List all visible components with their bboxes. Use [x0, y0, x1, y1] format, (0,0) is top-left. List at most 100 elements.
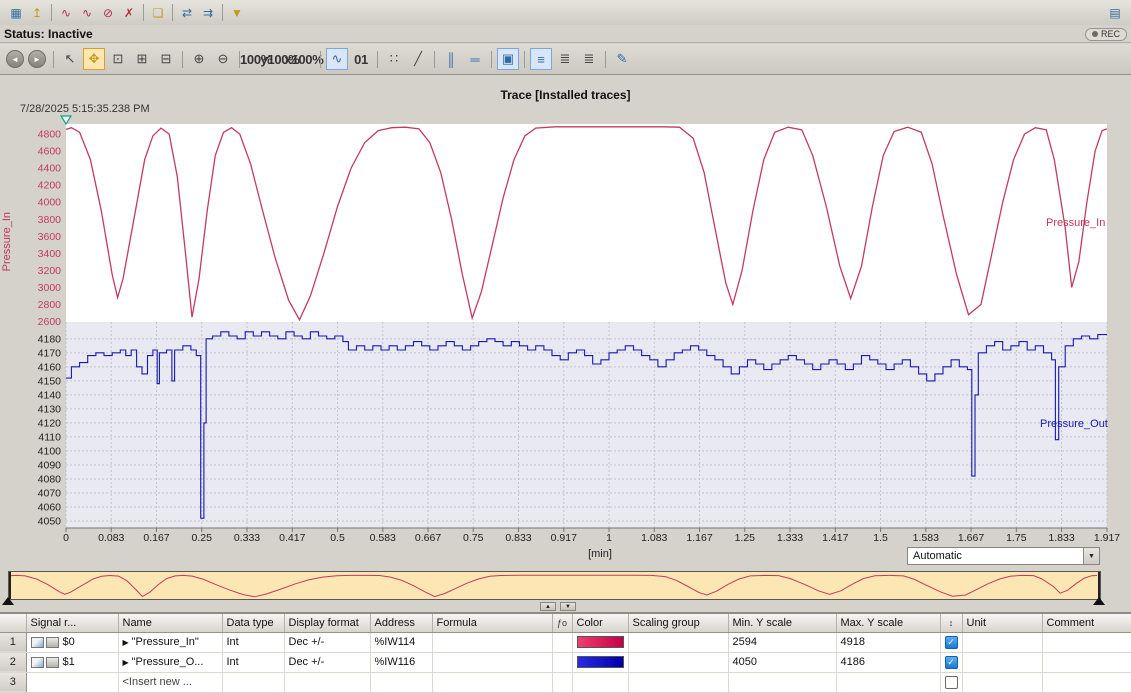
formula-toggle-cell[interactable]	[552, 652, 572, 672]
address-column-header[interactable]: Address	[370, 614, 432, 632]
zoom-out-icon[interactable]: ⊖	[212, 48, 234, 70]
splitter-collapse-down-button[interactable]	[560, 602, 576, 611]
display-format-cell[interactable]: Dec +/-	[284, 652, 370, 672]
row-number-cell[interactable]: 3	[0, 672, 26, 692]
insert-new-cell[interactable]: <Insert new ...	[118, 672, 222, 692]
color-cell[interactable]	[572, 672, 628, 692]
overview-left-handle[interactable]	[2, 597, 14, 605]
address-cell[interactable]: %IW114	[370, 632, 432, 652]
autoscale-cell[interactable]: ✓	[940, 632, 962, 652]
scaling-group-cell[interactable]	[628, 632, 728, 652]
formula-cell[interactable]	[432, 652, 552, 672]
signal-cell[interactable]: $1	[26, 652, 118, 672]
autoscale-checkbox[interactable]	[945, 676, 958, 689]
samples-icon[interactable]: ∷	[383, 48, 405, 70]
formula-toggle-cell[interactable]	[552, 672, 572, 692]
upload-icon[interactable]: ↥	[27, 3, 47, 22]
row-number-cell[interactable]: 1	[0, 632, 26, 652]
datatype-cell[interactable]	[222, 672, 284, 692]
zoom-x-area-icon[interactable]: ⊞	[131, 48, 153, 70]
zoom-in-icon[interactable]: ⊕	[188, 48, 210, 70]
signal-cell[interactable]	[26, 672, 118, 692]
comment-column-header[interactable]: Comment	[1042, 614, 1131, 632]
row-number-cell[interactable]: 2	[0, 652, 26, 672]
min-y-cell[interactable]	[728, 672, 836, 692]
unit-cell[interactable]	[962, 632, 1042, 652]
min-y-column-header[interactable]: Min. Y scale	[728, 614, 836, 632]
color-cell[interactable]	[572, 632, 628, 652]
min-y-cell[interactable]: 2594	[728, 632, 836, 652]
expand-arrow-icon[interactable]	[123, 658, 129, 667]
datatype-column-header[interactable]: Data type	[222, 614, 284, 632]
color-column-header[interactable]: Color	[572, 614, 628, 632]
filter-icon[interactable]: ▼	[227, 3, 247, 22]
comment-cell[interactable]	[1042, 672, 1131, 692]
name-cell[interactable]: "Pressure_O...	[118, 652, 222, 672]
address-cell[interactable]	[370, 672, 432, 692]
time-scale-dropdown[interactable]: Automatic	[907, 547, 1100, 565]
max-y-cell[interactable]	[836, 672, 940, 692]
copy-icon[interactable]: ❑	[148, 3, 168, 22]
scaling-group-cell[interactable]	[628, 672, 728, 692]
datatype-cell[interactable]: Int	[222, 652, 284, 672]
comment-cell[interactable]	[1042, 652, 1131, 672]
splitter-collapse-up-button[interactable]	[540, 602, 556, 611]
formula-toggle-cell[interactable]	[552, 632, 572, 652]
comment-cell[interactable]	[1042, 632, 1131, 652]
signal-curve-icon[interactable]: ∿	[326, 48, 348, 70]
delete-icon[interactable]: ✗	[119, 3, 139, 22]
overview-chart[interactable]	[9, 572, 1100, 599]
import-signals-icon[interactable]: ⇄	[177, 3, 197, 22]
signal-color-swatch[interactable]	[577, 636, 624, 648]
unit-cell[interactable]	[962, 652, 1042, 672]
autoscale-column-header[interactable]: ↕	[940, 614, 962, 632]
cursor-mode-icon[interactable]: ↖	[59, 48, 81, 70]
signal-cell[interactable]: $0	[26, 632, 118, 652]
min-y-cell[interactable]: 4050	[728, 652, 836, 672]
monitor-mode-icon[interactable]: ▦	[6, 3, 26, 22]
expand-arrow-icon[interactable]	[123, 638, 129, 647]
legend-left-icon[interactable]: ≣	[554, 48, 576, 70]
legend-toggle-icon[interactable]: ≡	[530, 48, 552, 70]
vertical-cursors-icon[interactable]: ║	[440, 48, 462, 70]
overview-strip[interactable]	[8, 571, 1101, 600]
display-format-cell[interactable]	[284, 672, 370, 692]
display-options-icon[interactable]: ▤	[1105, 3, 1125, 22]
pan-icon[interactable]: ✥	[83, 48, 105, 70]
display-format-column-header[interactable]: Display format	[284, 614, 370, 632]
autoscale-cell[interactable]: ✓	[940, 652, 962, 672]
signal-color-swatch[interactable]	[577, 656, 624, 668]
autoscale-checkbox[interactable]: ✓	[945, 656, 958, 669]
overview-right-handle[interactable]	[1093, 597, 1105, 605]
legend-right-icon[interactable]: ≣	[578, 48, 600, 70]
interpolation-icon[interactable]: ╱	[407, 48, 429, 70]
back-icon[interactable]: ◄	[6, 50, 24, 68]
forward-icon[interactable]: ►	[28, 50, 46, 68]
zoom-area-icon[interactable]: ⊡	[107, 48, 129, 70]
formula-column-header[interactable]: Formula	[432, 614, 552, 632]
scaling-group-column-header[interactable]: Scaling group	[628, 614, 728, 632]
digital-display-icon[interactable]: 01	[350, 48, 372, 70]
scaling-group-cell[interactable]	[628, 652, 728, 672]
export-signals-icon[interactable]: ⇉	[198, 3, 218, 22]
address-cell[interactable]: %IW116	[370, 652, 432, 672]
overview-toggle-icon[interactable]: ▣	[497, 48, 519, 70]
name-column-header[interactable]: Name	[118, 614, 222, 632]
append-measurement-icon[interactable]: ∿	[77, 3, 97, 22]
display-format-cell[interactable]: Dec +/-	[284, 632, 370, 652]
datatype-cell[interactable]: Int	[222, 632, 284, 652]
unit-cell[interactable]	[962, 672, 1042, 692]
name-cell[interactable]: "Pressure_In"	[118, 632, 222, 652]
autoscale-checkbox[interactable]: ✓	[945, 636, 958, 649]
formula-cell[interactable]	[432, 632, 552, 652]
formula-toggle-column-header[interactable]: ƒo	[552, 614, 572, 632]
autoscale-cell[interactable]	[940, 672, 962, 692]
max-y-cell[interactable]: 4918	[836, 632, 940, 652]
signal-column-header[interactable]: Signal r...	[26, 614, 118, 632]
max-y-cell[interactable]: 4186	[836, 652, 940, 672]
color-cell[interactable]	[572, 652, 628, 672]
dropdown-arrow-icon[interactable]	[1083, 548, 1099, 564]
horizontal-cursors-icon[interactable]: ═	[464, 48, 486, 70]
trace-chart[interactable]: 00.0830.1670.250.3330.4170.50.5830.6670.…	[0, 113, 1131, 547]
delete-measurement-icon[interactable]: ⊘	[98, 3, 118, 22]
